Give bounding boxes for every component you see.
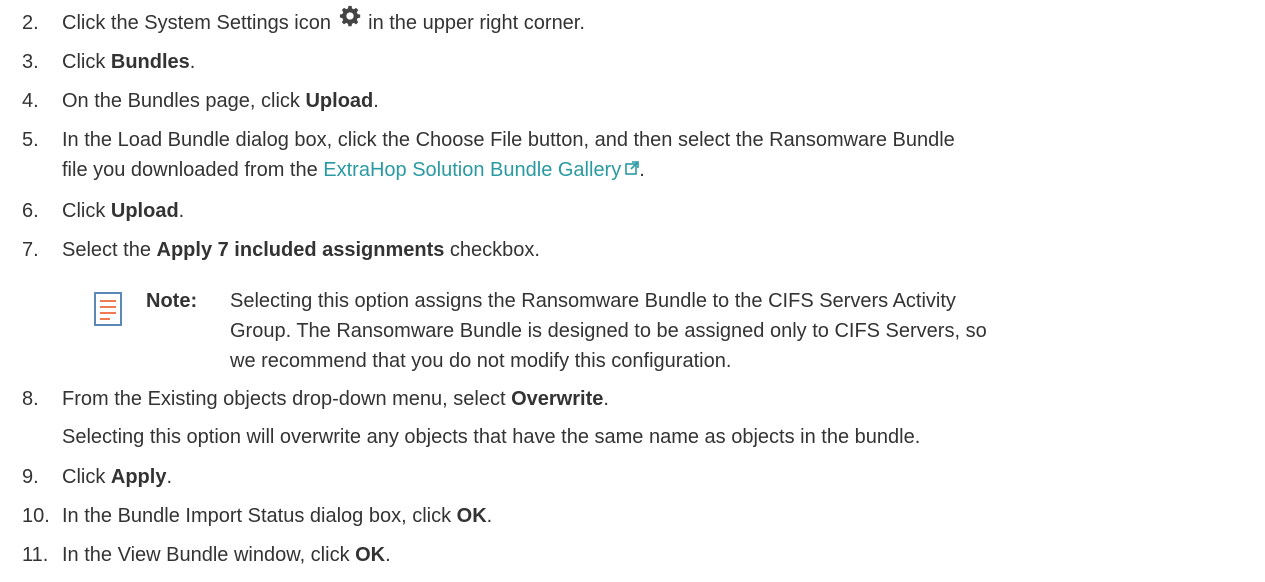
- step-number: 4.: [22, 90, 39, 112]
- step-emphasis: Overwrite: [511, 388, 604, 410]
- step-text-pre: In the View Bundle window, click: [62, 544, 356, 566]
- step-number: 9.: [22, 466, 39, 488]
- step-text: In the View Bundle window, click OK.: [62, 540, 1252, 570]
- step-text: Click Upload.: [62, 196, 1252, 226]
- step-number: 10.: [22, 505, 50, 527]
- external-link-icon[interactable]: [625, 154, 640, 184]
- step-number: 3.: [22, 51, 39, 73]
- step-text-post: in the upper right corner.: [368, 12, 585, 34]
- step-number: 7.: [22, 239, 39, 261]
- step-text-pre: Click: [62, 466, 111, 488]
- step-text-post: .: [486, 505, 493, 527]
- step-text: In the Bundle Import Status dialog box, …: [62, 501, 1252, 531]
- note-icon: [94, 292, 122, 335]
- step-text: On the Bundles page, click Upload.: [62, 86, 1252, 116]
- step-text-pre: Select the: [62, 239, 157, 261]
- step-text-post: .: [385, 544, 391, 566]
- step-emphasis: Bundles: [110, 51, 190, 73]
- note-label: Note:: [146, 290, 198, 312]
- step-emphasis: OK: [456, 505, 487, 527]
- step-emphasis: OK: [355, 544, 386, 566]
- step-text-post: .: [166, 466, 173, 488]
- step-emphasis: Upload: [110, 200, 179, 222]
- step-emphasis: Upload: [305, 90, 374, 112]
- step-emphasis: Apply 7 included assignments: [156, 239, 445, 261]
- step-text-pre: Click the System Settings icon: [62, 12, 331, 34]
- step-text: From the Existing objects drop-down menu…: [62, 384, 1252, 414]
- gear-icon: [339, 5, 361, 36]
- step-text-line2-pre: file you downloaded from the: [62, 159, 324, 181]
- step-text-line2-post: .: [639, 159, 645, 181]
- step-text-post: .: [178, 200, 185, 222]
- step-text-pre: In the Bundle Import Status dialog box, …: [62, 505, 457, 527]
- step-text-pre: Click: [62, 51, 111, 73]
- step-text-post: .: [189, 51, 196, 73]
- step-detail-text: Selecting this option will overwrite any…: [62, 426, 921, 448]
- step-emphasis: Apply: [110, 466, 167, 488]
- step-number: 8.: [22, 388, 39, 410]
- step-number: 5.: [22, 129, 39, 151]
- step-text: Select the Apply 7 included assignments …: [62, 235, 1252, 265]
- step-text-pre: Click: [62, 200, 111, 222]
- step-text: In the Load Bundle dialog box, click the…: [62, 125, 1252, 186]
- note-callout: Note: Selecting this option assigns the …: [94, 286, 1254, 378]
- step-text: Click Bundles.: [62, 47, 1252, 77]
- link-text[interactable]: ExtraHop Solution Bundle Gallery: [323, 159, 621, 181]
- step-text-post: .: [373, 90, 379, 112]
- step-text: Click the System Settings icon in the up…: [62, 5, 1252, 39]
- step-text-post: .: [603, 388, 609, 410]
- note-line: Selecting this option assigns the Ransom…: [230, 290, 956, 312]
- step-number: 11.: [22, 544, 49, 566]
- step-text: Click Apply.: [62, 462, 1252, 492]
- note-line: Group. The Ransomware Bundle is designed…: [230, 320, 987, 342]
- note-text: Selecting this option assigns the Ransom…: [230, 286, 1050, 376]
- step-text-pre: From the Existing objects drop-down menu…: [62, 388, 512, 410]
- solution-bundle-gallery-link[interactable]: ExtraHop Solution Bundle Gallery: [323, 159, 640, 181]
- note-line: we recommend that you do not modify this…: [230, 350, 732, 372]
- step-number: 6.: [22, 200, 39, 222]
- step-text-line1: In the Load Bundle dialog box, click the…: [62, 129, 955, 151]
- step-text-post: checkbox.: [444, 239, 540, 261]
- step-number: 2.: [22, 12, 39, 34]
- step-text-pre: On the Bundles page, click: [62, 90, 306, 112]
